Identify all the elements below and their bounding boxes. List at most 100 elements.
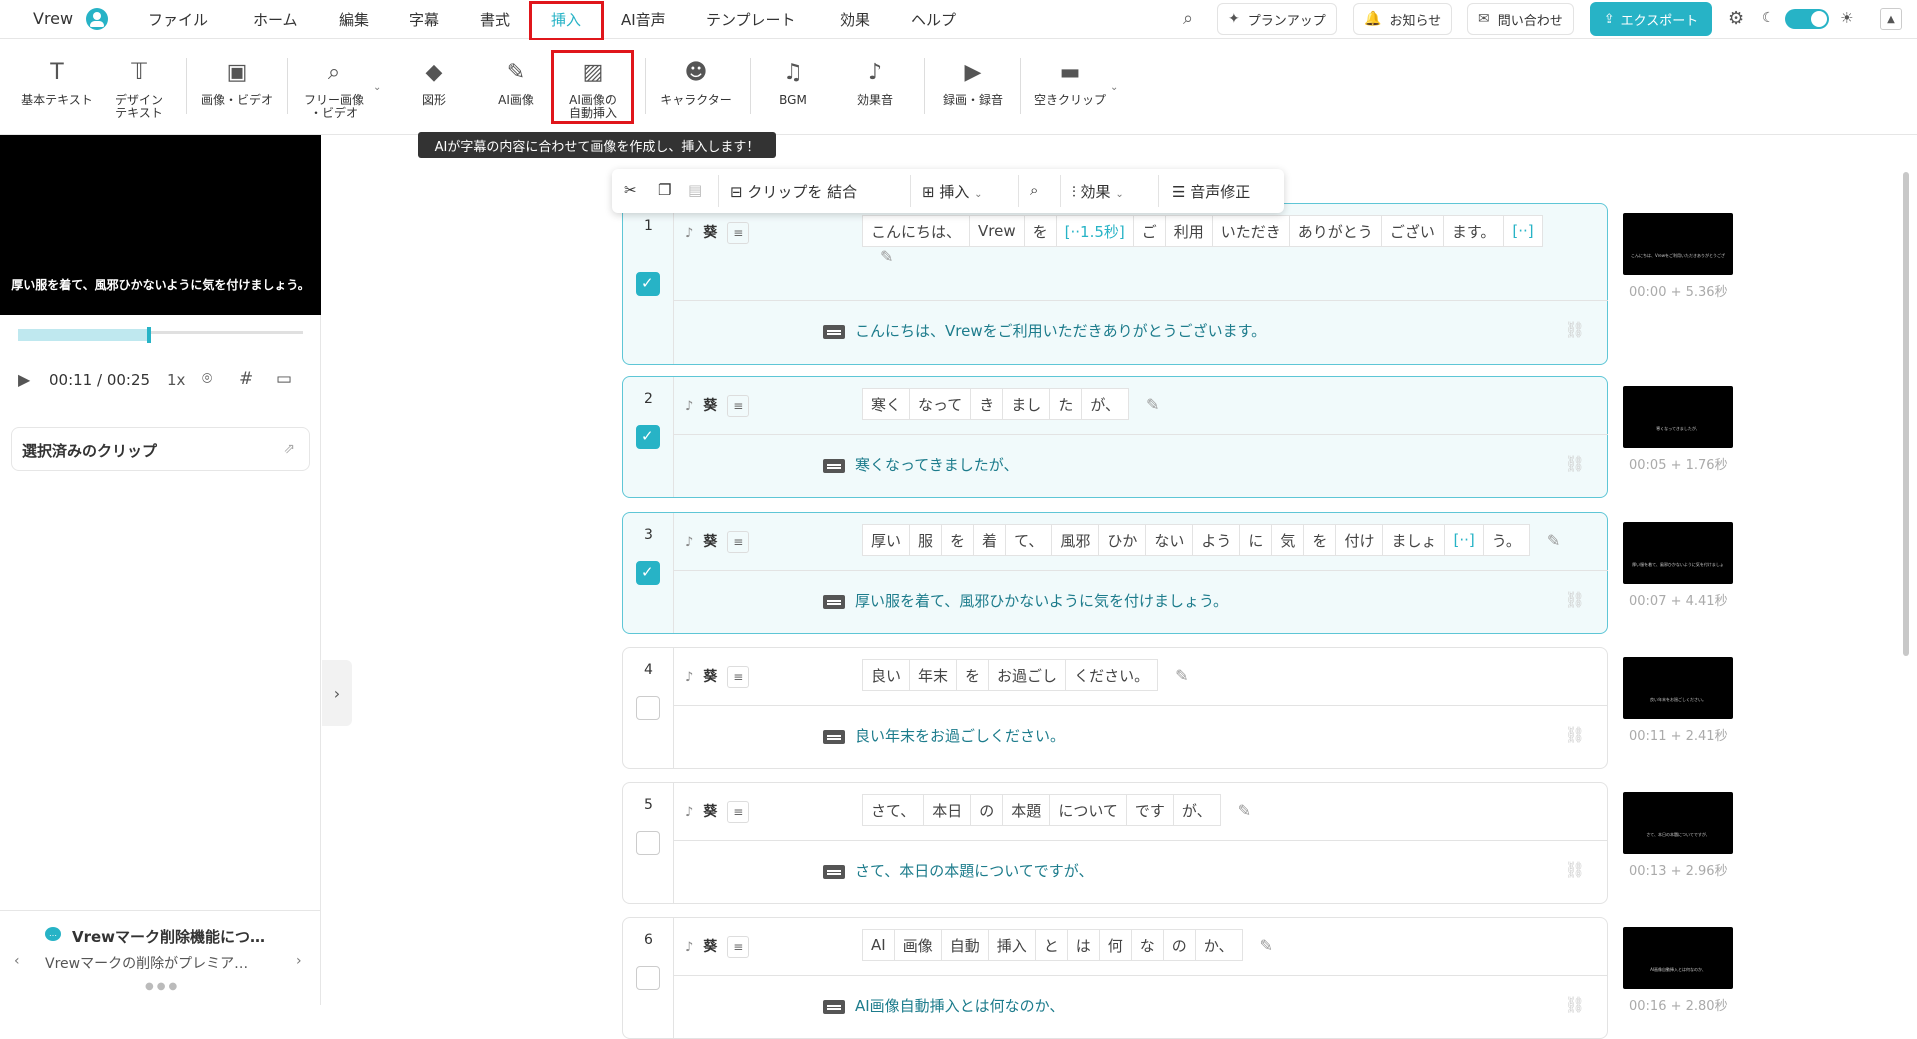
subtitle-text[interactable]: さて、本日の本題についてですが、 — [855, 862, 1094, 880]
link-icon[interactable]: ⛓ — [1565, 454, 1585, 473]
pencil-icon[interactable]: ✎ — [1175, 659, 1188, 691]
collapse-up-icon[interactable]: ▲ — [1880, 8, 1902, 30]
notice-button[interactable]: 🔔 お知らせ — [1353, 3, 1453, 35]
word-token[interactable]: 付け — [1335, 524, 1384, 556]
word-token[interactable]: な — [1130, 929, 1164, 961]
clip-thumbnail[interactable]: 寒くなってきましたが、 — [1623, 386, 1733, 448]
voice-fix-button[interactable]: ☰ 音声修正 — [1172, 181, 1250, 202]
word-token[interactable]: 風邪 — [1051, 524, 1100, 556]
subtitle-icon[interactable]: ▭ — [276, 369, 292, 389]
clip-checkbox[interactable] — [636, 966, 660, 990]
subtitle-row[interactable]: 寒くなってきましたが、 — [823, 454, 1019, 475]
clip-checkbox[interactable] — [636, 272, 660, 296]
word-token[interactable]: ください。 — [1065, 659, 1159, 691]
word-token[interactable]: さて、 — [862, 794, 925, 826]
word-token[interactable]: の — [970, 794, 1004, 826]
word-token[interactable]: 本日 — [923, 794, 972, 826]
speaker[interactable]: ♪ 葵 ≡ — [685, 395, 750, 417]
word-token[interactable]: き — [970, 388, 1004, 420]
speed-button[interactable]: 1x — [167, 371, 185, 389]
speaker-settings-icon[interactable]: ≡ — [727, 666, 750, 688]
image-search-icon[interactable]: ⌕ — [1030, 181, 1038, 199]
speaker-settings-icon[interactable]: ≡ — [727, 801, 750, 823]
paste-icon[interactable]: ▤ — [688, 181, 702, 199]
word-token[interactable]: は — [1066, 929, 1100, 961]
subtitle-row[interactable]: さて、本日の本題についてですが、 — [823, 860, 1094, 881]
play-icon[interactable]: ▶ — [18, 370, 30, 389]
clip-checkbox[interactable] — [636, 425, 660, 449]
grid-icon[interactable]: # — [239, 369, 253, 389]
plan-up-button[interactable]: ✦ プランアップ — [1217, 3, 1337, 35]
menu-template[interactable]: テンプレート — [706, 9, 796, 30]
word-token[interactable]: か、 — [1194, 929, 1243, 961]
word-token[interactable]: 着 — [973, 524, 1007, 556]
subtitle-row[interactable]: 良い年末をお過ごしください。 — [823, 725, 1065, 746]
word-token[interactable]: を — [956, 659, 990, 691]
pencil-icon[interactable]: ✎ — [1547, 524, 1560, 556]
speaker-settings-icon[interactable]: ≡ — [727, 936, 750, 958]
collapse-panel-button[interactable]: › — [322, 660, 352, 726]
subtitle-text[interactable]: 良い年末をお過ごしください。 — [855, 727, 1065, 745]
word-token[interactable]: 挿入 — [987, 929, 1036, 961]
word-token[interactable]: を — [1303, 524, 1337, 556]
copy-icon[interactable]: ❐ — [658, 181, 671, 199]
subtitle-text[interactable]: 寒くなってきましたが、 — [855, 456, 1019, 474]
news-title[interactable]: Vrewマーク削除機能につ… — [72, 926, 265, 947]
word-token[interactable]: が、 — [1172, 794, 1221, 826]
word-token[interactable]: まし — [1002, 388, 1051, 420]
word-token[interactable]: 画像 — [893, 929, 942, 961]
word-token[interactable]: 厚い — [862, 524, 911, 556]
clip-card[interactable]: 1 ♪ 葵 ≡ こんにちは、Vrewを[··1.5秒]ご利用いただきありがとうございます… — [622, 203, 1608, 365]
clip-thumbnail[interactable]: 厚い服を着て、風邪ひかないように気を付けましょう。 — [1623, 522, 1733, 584]
search-icon[interactable]: ⌕ — [1183, 8, 1193, 29]
tool-empty-clip[interactable]: ▬ 空きクリップ — [1030, 60, 1110, 107]
word-token[interactable]: こんにちは、 — [862, 215, 971, 247]
word-token[interactable]: た — [1049, 388, 1083, 420]
subtitle-text[interactable]: こんにちは、Vrewをご利用いただきありがとうございます。 — [855, 322, 1266, 340]
theme-toggle[interactable] — [1785, 9, 1829, 29]
word-token[interactable]: [··] — [1444, 524, 1484, 556]
progress-handle[interactable] — [147, 327, 151, 343]
word-token[interactable]: ひか — [1098, 524, 1147, 556]
scrollbar[interactable] — [1903, 172, 1909, 656]
external-link-icon[interactable]: ⇗ — [283, 441, 295, 457]
pencil-icon[interactable]: ✎ — [1238, 794, 1251, 826]
pencil-icon[interactable]: ✎ — [1146, 388, 1159, 420]
clip-checkbox[interactable] — [636, 696, 660, 720]
word-token[interactable]: を — [941, 524, 975, 556]
tool-bgm[interactable]: ♫ BGM — [763, 60, 823, 107]
gear-icon[interactable]: ⚙ — [1728, 8, 1744, 29]
chevron-down-icon[interactable]: ⌄ — [373, 82, 381, 93]
insert-button[interactable]: ⊞ 挿入 ⌄ — [922, 181, 983, 202]
word-token[interactable]: 利用 — [1164, 215, 1213, 247]
subtitle-row[interactable]: AI画像自動挿入とは何なのか、 — [823, 995, 1064, 1016]
word-token[interactable]: ない — [1145, 524, 1194, 556]
speaker[interactable]: ♪ 葵 ≡ — [685, 666, 750, 688]
chevron-right-icon[interactable]: › — [296, 953, 302, 969]
word-token[interactable]: を — [1023, 215, 1057, 247]
effect-button[interactable]: ⫶ 効果 ⌄ — [1072, 181, 1124, 202]
chevron-left-icon[interactable]: ‹ — [14, 953, 20, 969]
word-token[interactable]: Vrew — [969, 215, 1025, 247]
selected-clips-panel[interactable]: 選択済みのクリップ ⇗ — [11, 427, 310, 471]
menu-home[interactable]: ホーム — [253, 9, 298, 30]
tool-ai-image[interactable]: ✎ AI画像 — [486, 60, 546, 107]
scissors-icon[interactable]: ✂ — [624, 181, 637, 199]
word-token[interactable]: よう — [1192, 524, 1241, 556]
menu-ai-voice[interactable]: AI音声 — [621, 9, 666, 30]
subtitle-text[interactable]: AI画像自動挿入とは何なのか、 — [855, 997, 1064, 1015]
clip-card[interactable]: 2 ♪ 葵 ≡ 寒くなってきましたが、 ✎ 寒くなってきましたが、 ⛓ — [622, 376, 1608, 498]
word-token[interactable]: に — [1239, 524, 1273, 556]
speaker[interactable]: ♪ 葵 ≡ — [685, 531, 750, 553]
word-token[interactable]: AI — [862, 929, 895, 961]
pencil-icon[interactable]: ✎ — [880, 247, 893, 266]
menu-subtitle[interactable]: 字幕 — [409, 9, 439, 30]
link-icon[interactable]: ⛓ — [1565, 590, 1585, 609]
clip-card[interactable]: 4 ♪ 葵 ≡ 良い 年末をお過ごし ください。 ✎ 良い年末をお過ごしください。 ⛓ — [622, 647, 1608, 769]
speaker[interactable]: ♪ 葵 ≡ — [685, 801, 750, 823]
speaker-settings-icon[interactable]: ≡ — [727, 395, 750, 417]
screenshot-icon[interactable]: ⌾ — [202, 369, 212, 389]
word-token[interactable]: いただき — [1211, 215, 1290, 247]
word-token[interactable]: ご — [1132, 215, 1166, 247]
speaker-settings-icon[interactable]: ≡ — [727, 222, 750, 244]
